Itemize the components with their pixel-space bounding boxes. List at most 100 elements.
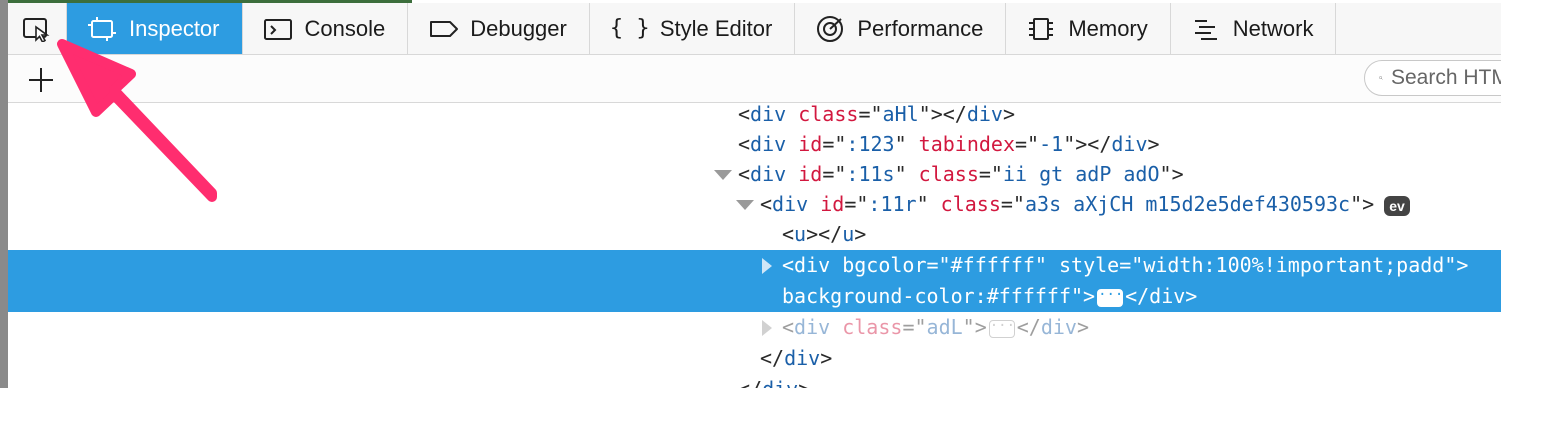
markup-node-line[interactable]: <u></u> (8, 219, 1501, 250)
expand-twisty-closed-icon[interactable] (762, 258, 772, 274)
attr-value: :123 (846, 132, 895, 156)
attr-name: id (820, 192, 845, 216)
punct: =" (1015, 132, 1040, 156)
punct: < (738, 162, 751, 186)
tab-performance[interactable]: Performance (795, 3, 1007, 54)
attr-value: #ffffff (950, 253, 1035, 277)
punct: " (962, 315, 975, 339)
punct: > (1362, 192, 1375, 216)
tag-name: div (794, 253, 831, 277)
markup-node-line[interactable]: <div id=":123" tabindex="-1"></div> (8, 129, 1501, 160)
markup-node-line[interactable]: <div class="adL"> ···</div> (8, 312, 1501, 343)
debugger-icon (428, 14, 462, 44)
expand-twisty-closed-icon[interactable] (762, 320, 772, 336)
punct: " (918, 102, 931, 126)
tag-name: div (1040, 315, 1077, 339)
punct: < (760, 192, 773, 216)
collapsed-children-icon[interactable]: ··· (988, 319, 1015, 338)
tag-name: div (750, 162, 787, 186)
punct: > (1185, 284, 1198, 308)
memory-icon (1026, 14, 1060, 44)
punct: </ (942, 102, 967, 126)
markup-node-line[interactable]: <div class="aHl"></div> (8, 99, 1501, 130)
punct: > (1075, 132, 1088, 156)
search-html-box[interactable] (1364, 60, 1501, 96)
tab-label: Style Editor (659, 15, 773, 41)
search-html-input[interactable] (1389, 65, 1501, 91)
punct: > (974, 315, 987, 339)
add-node-button[interactable] (24, 63, 58, 97)
attr-name: style (1059, 253, 1120, 277)
tag-name: div (750, 132, 787, 156)
markup-code: </div> (760, 343, 832, 374)
tab-debugger[interactable]: Debugger (408, 3, 590, 54)
markup-code: <div class="adL"> ···</div> (782, 312, 1089, 343)
markup-code: </div> (738, 374, 810, 388)
punct: </ (738, 377, 762, 388)
tab-bar: Inspector Console Debugger { } Style Edi… (8, 3, 1501, 55)
markup-node-line[interactable]: <div bgcolor="#ffffff" style="width:100%… (8, 250, 1501, 281)
punct: =" (902, 315, 927, 339)
tab-label: Performance (857, 15, 984, 41)
punct: =" (844, 192, 869, 216)
attr-name: class (918, 162, 979, 186)
markup-node-line[interactable]: background-color:#ffffff"> ···</div> (8, 281, 1501, 312)
tag-name: u (794, 222, 807, 246)
punct: > (854, 222, 867, 246)
markup-node-line[interactable]: <div id=":11s" class="ii gt adP adO"> (8, 159, 1501, 190)
punct: > (1076, 315, 1090, 339)
punct: < (782, 315, 795, 339)
punct: " (1063, 132, 1076, 156)
punct: " (1444, 253, 1457, 277)
attr-value: ii gt adP adO (1002, 162, 1160, 186)
punct: =" (1000, 192, 1025, 216)
attr-value: adL (926, 315, 963, 339)
markup-code: <div id=":123" tabindex="-1"></div> (738, 129, 1160, 160)
punct: " (1034, 253, 1047, 277)
punct: =" (926, 253, 951, 277)
attr-name: class (798, 102, 859, 126)
markup-node-line[interactable]: </div> (8, 374, 1501, 388)
tab-inspector[interactable]: Inspector (67, 3, 243, 54)
left-window-edge (0, 0, 8, 388)
attr-value: a3s aXjCH m15d2e5def430593c (1024, 192, 1351, 216)
punct: " (916, 192, 929, 216)
tab-label: Network (1232, 15, 1314, 41)
attr-value: background-color:#ffffff" (782, 284, 1084, 308)
punct: > (1147, 132, 1160, 156)
punct: =" (822, 132, 847, 156)
expand-twisty-open-icon[interactable] (714, 170, 732, 180)
element-picker-button[interactable] (8, 3, 67, 54)
attr-value: width:100%!important;padd (1143, 253, 1445, 277)
tab-console[interactable]: Console (243, 3, 409, 54)
punct: < (738, 132, 751, 156)
expand-twisty-open-icon[interactable] (736, 200, 754, 210)
markup-code: <div class="aHl"></div> (738, 99, 1015, 130)
punct: =" (822, 162, 847, 186)
attr-value: aHl (882, 102, 919, 126)
tab-memory[interactable]: Memory (1006, 3, 1171, 54)
punct: =" (978, 162, 1003, 186)
punct: </ (1087, 132, 1112, 156)
markup-node-line[interactable]: </div> (8, 343, 1501, 374)
network-icon (1191, 14, 1225, 44)
tab-network[interactable]: Network (1171, 3, 1337, 54)
punct: > (1083, 284, 1096, 308)
tab-style-editor[interactable]: { } Style Editor (590, 3, 796, 54)
element-picker-icon (23, 17, 50, 42)
collapsed-children-icon[interactable]: ··· (1097, 288, 1123, 307)
punct: " (1350, 192, 1363, 216)
punct: < (782, 253, 795, 277)
performance-icon (815, 14, 849, 44)
markup-code: <u></u> (782, 219, 866, 250)
tab-label: Console (304, 15, 386, 41)
event-badge[interactable]: ev (1384, 195, 1410, 216)
markup-node-line[interactable]: <div id=":11r" class="a3s aXjCH m15d2e5d… (8, 189, 1501, 220)
punct: </ (760, 346, 785, 370)
